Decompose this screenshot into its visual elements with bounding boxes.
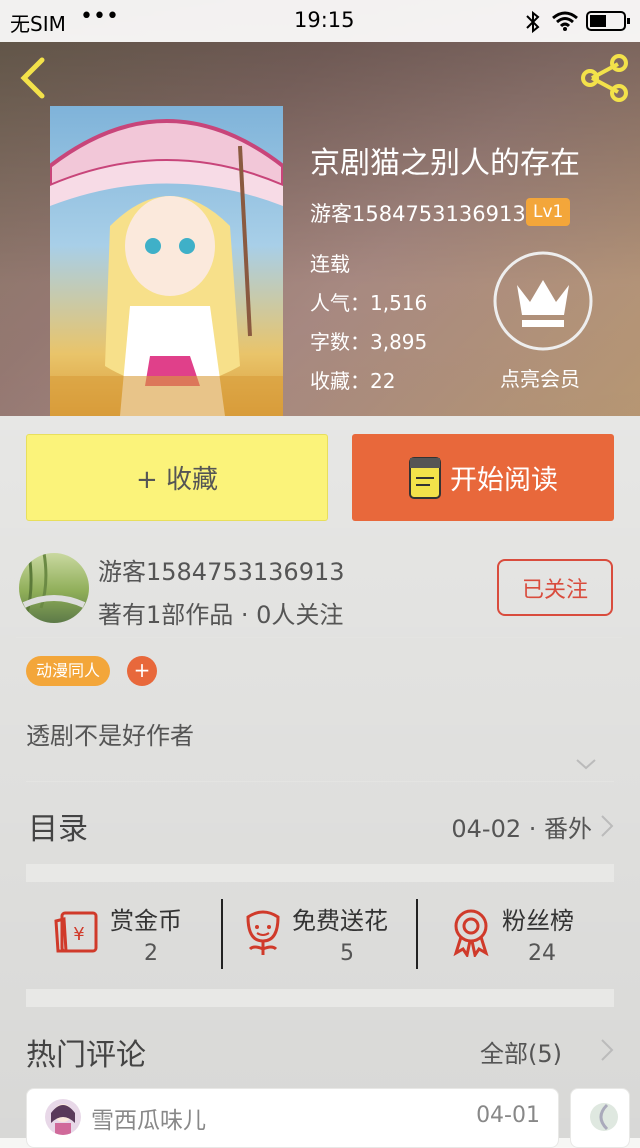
medal-icon	[453, 909, 489, 957]
crown-icon	[493, 251, 593, 351]
bluetooth-icon	[526, 10, 540, 34]
free-flower-stat[interactable]: 免费送花 5	[226, 895, 416, 975]
divider	[26, 781, 614, 782]
battery-icon	[586, 11, 630, 31]
chevron-right-icon	[601, 815, 614, 837]
signal-dots: •••	[80, 4, 119, 29]
svg-text:¥: ¥	[73, 924, 84, 945]
author-info-name[interactable]: 游客1584753136913	[98, 552, 345, 587]
divider	[16, 637, 622, 638]
fan-ranking-value: 24	[528, 941, 556, 966]
expand-chevron-icon[interactable]	[574, 756, 598, 772]
follow-button-label: 已关注	[521, 577, 588, 603]
member-button[interactable]	[492, 250, 594, 352]
popularity-stat: 人气：1,516	[310, 291, 428, 315]
book-title: 京剧猫之别人的存在	[310, 146, 580, 181]
carrier-label: 无SIM	[10, 12, 66, 36]
member-label: 点亮会员	[500, 367, 580, 391]
free-flower-value: 5	[340, 941, 354, 966]
book-cover-image[interactable]	[50, 106, 283, 416]
word-count-stat: 字数：3,895	[310, 330, 428, 354]
comment-card[interactable]: 雪西瓜味儿 04-01	[26, 1088, 559, 1148]
catalog-row[interactable]: 目录 04-02 · 番外	[26, 804, 614, 850]
fan-ranking-stat[interactable]: 粉丝榜 24	[420, 895, 614, 975]
back-icon[interactable]	[16, 56, 50, 100]
catalog-label: 目录	[28, 812, 88, 847]
all-comments-label: 全部(5)	[480, 1040, 562, 1068]
level-badge: Lv1	[526, 198, 571, 226]
comment-card-next[interactable]	[570, 1088, 630, 1148]
share-icon[interactable]	[580, 54, 630, 102]
chevron-right-icon	[601, 1039, 614, 1061]
flower-icon	[246, 910, 280, 955]
free-flower-label: 免费送花	[292, 907, 388, 935]
commenter-avatar	[590, 1103, 618, 1131]
clock: 19:15	[294, 8, 355, 32]
add-tag-button[interactable]: +	[127, 656, 157, 686]
section-separator	[26, 989, 614, 1007]
reward-coins-value: 2	[144, 941, 158, 966]
commenter-avatar	[45, 1099, 81, 1135]
favorite-button[interactable]: + 收藏	[26, 434, 328, 521]
book-description: 透剧不是好作者	[26, 722, 194, 750]
commenter-name: 雪西瓜味儿	[91, 1108, 206, 1134]
status-bar: 无SIM ••• 19:15	[0, 0, 640, 42]
favorite-button-label: + 收藏	[135, 465, 219, 495]
genre-tag[interactable]: 动漫同人	[26, 656, 111, 686]
book-icon	[409, 456, 441, 499]
reward-coins-label: 赏金币	[110, 907, 182, 935]
stat-divider	[221, 899, 223, 969]
hot-comments-title: 热门评论	[26, 1038, 146, 1073]
favorites-stat: 收藏：22	[310, 369, 396, 393]
author-name[interactable]: 游客1584753136913	[310, 198, 526, 228]
all-comments-link[interactable]: 全部(5)	[480, 1034, 614, 1068]
serial-status: 连载	[310, 252, 350, 276]
coin-envelope-icon: ¥	[54, 911, 98, 953]
stat-divider	[416, 899, 418, 969]
author-avatar[interactable]	[19, 553, 89, 623]
comment-date: 04-01	[476, 1103, 540, 1128]
start-reading-button[interactable]: 开始阅读	[352, 434, 614, 521]
author-info-summary: 著有1部作品 · 0人关注	[98, 601, 344, 629]
start-reading-label: 开始阅读	[450, 465, 558, 496]
wifi-icon	[552, 11, 578, 31]
catalog-latest: 04-02 · 番外	[451, 815, 592, 843]
reward-coins-stat[interactable]: ¥ 赏金币 2	[26, 895, 222, 975]
follow-button[interactable]: 已关注	[497, 559, 613, 616]
fan-ranking-label: 粉丝榜	[502, 907, 574, 935]
section-separator	[26, 864, 614, 882]
